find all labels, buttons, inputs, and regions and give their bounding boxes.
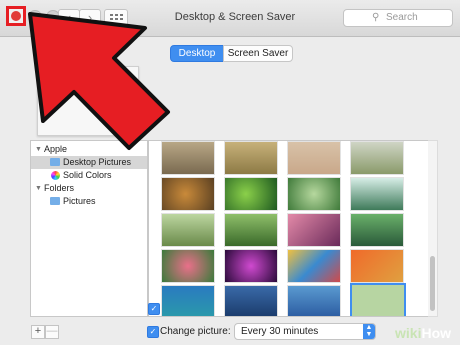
sidebar-item-desktop-pictures[interactable]: Desktop Pictures: [31, 156, 147, 169]
sidebar-item-label: Pictures: [63, 196, 96, 206]
wallpaper-thumbnail[interactable]: [224, 285, 278, 316]
wallpaper-thumbnail[interactable]: [287, 213, 341, 247]
wallpaper-thumbnail[interactable]: [161, 141, 215, 175]
wikihow-watermark: wikiHow: [395, 325, 451, 341]
remove-folder-button[interactable]: —: [45, 325, 59, 339]
updown-arrows-icon: ▲ ▼: [363, 324, 375, 339]
folder-icon: [50, 197, 60, 205]
wallpaper-thumbnail[interactable]: [224, 249, 278, 283]
grid-scrollbar[interactable]: [428, 140, 438, 317]
sidebar-item-label: Solid Colors: [63, 170, 112, 180]
wallpaper-thumbnail[interactable]: [287, 285, 341, 316]
change-picture-checkbox[interactable]: ✓: [147, 326, 159, 338]
group-label: Apple: [44, 144, 68, 154]
wallpaper-thumbnail[interactable]: [350, 213, 404, 247]
wallpaper-thumbnail[interactable]: [350, 249, 404, 283]
wallpaper-thumbnail[interactable]: [350, 141, 404, 175]
highlight-fill: [9, 9, 23, 23]
close-dot-icon: [11, 11, 21, 21]
group-label: Folders: [44, 183, 75, 193]
interval-select[interactable]: Every 30 minutes ▲ ▼: [234, 323, 376, 340]
tab-desktop[interactable]: Desktop: [170, 45, 224, 62]
search-icon: ⚲: [372, 12, 380, 23]
wallpaper-thumbnail[interactable]: [161, 249, 215, 283]
wallpaper-thumbnail[interactable]: [224, 213, 278, 247]
disclosure-down-icon: ▼: [35, 185, 42, 192]
disclosure-down-icon: ▼: [35, 146, 42, 153]
minimize-window-button[interactable]: [28, 10, 42, 24]
wallpaper-thumbnail[interactable]: [161, 177, 215, 211]
sidebar-item-label: Desktop Pictures: [63, 157, 132, 167]
chevron-left-icon: ‹: [66, 10, 72, 25]
show-all-button[interactable]: [104, 9, 128, 27]
title-bar: ‹ › Desktop & Screen Saver ⚲ Search: [0, 0, 460, 37]
wallpaper-thumbnail[interactable]: [224, 141, 278, 175]
group-folders[interactable]: ▼ Folders: [31, 182, 147, 195]
group-apple[interactable]: ▼ Apple: [31, 143, 147, 156]
back-button[interactable]: ‹: [58, 9, 80, 27]
wallpaper-thumbnail[interactable]: [224, 177, 278, 211]
wallpaper-thumbnail-selected[interactable]: [350, 283, 406, 316]
interval-value: Every 30 minutes: [241, 326, 319, 337]
selection-check-icon: ✓: [148, 303, 160, 315]
scrollbar-thumb[interactable]: [430, 256, 435, 311]
search-placeholder: Search: [386, 12, 418, 23]
sidebar-item-solid-colors[interactable]: Solid Colors: [31, 169, 147, 182]
color-wheel-icon: [51, 171, 60, 180]
tab-screen-saver[interactable]: Screen Saver: [223, 45, 293, 62]
wallpaper-thumbnail[interactable]: [161, 213, 215, 247]
chevron-right-icon: ›: [87, 10, 93, 25]
add-folder-button[interactable]: +: [31, 325, 45, 339]
desktop-preview: [37, 66, 139, 136]
folder-icon: [50, 158, 60, 166]
search-input[interactable]: ⚲ Search: [343, 9, 453, 27]
change-picture-label: Change picture:: [160, 326, 231, 337]
wallpaper-thumbnail[interactable]: [287, 141, 341, 175]
wallpaper-thumbnail[interactable]: [350, 177, 404, 211]
wallpaper-thumbnail[interactable]: [161, 285, 215, 316]
source-list: ▼ Apple Desktop Pictures Solid Colors ▼ …: [30, 140, 148, 317]
sidebar-item-pictures[interactable]: Pictures: [31, 195, 147, 208]
forward-button[interactable]: ›: [79, 9, 101, 27]
watermark-suffix: How: [421, 325, 452, 341]
window-title: Desktop & Screen Saver: [174, 11, 296, 23]
wallpaper-thumbnail[interactable]: [287, 177, 341, 211]
wallpaper-thumbnail[interactable]: [287, 249, 341, 283]
watermark-prefix: wiki: [395, 325, 422, 341]
wallpaper-grid: [148, 140, 430, 317]
